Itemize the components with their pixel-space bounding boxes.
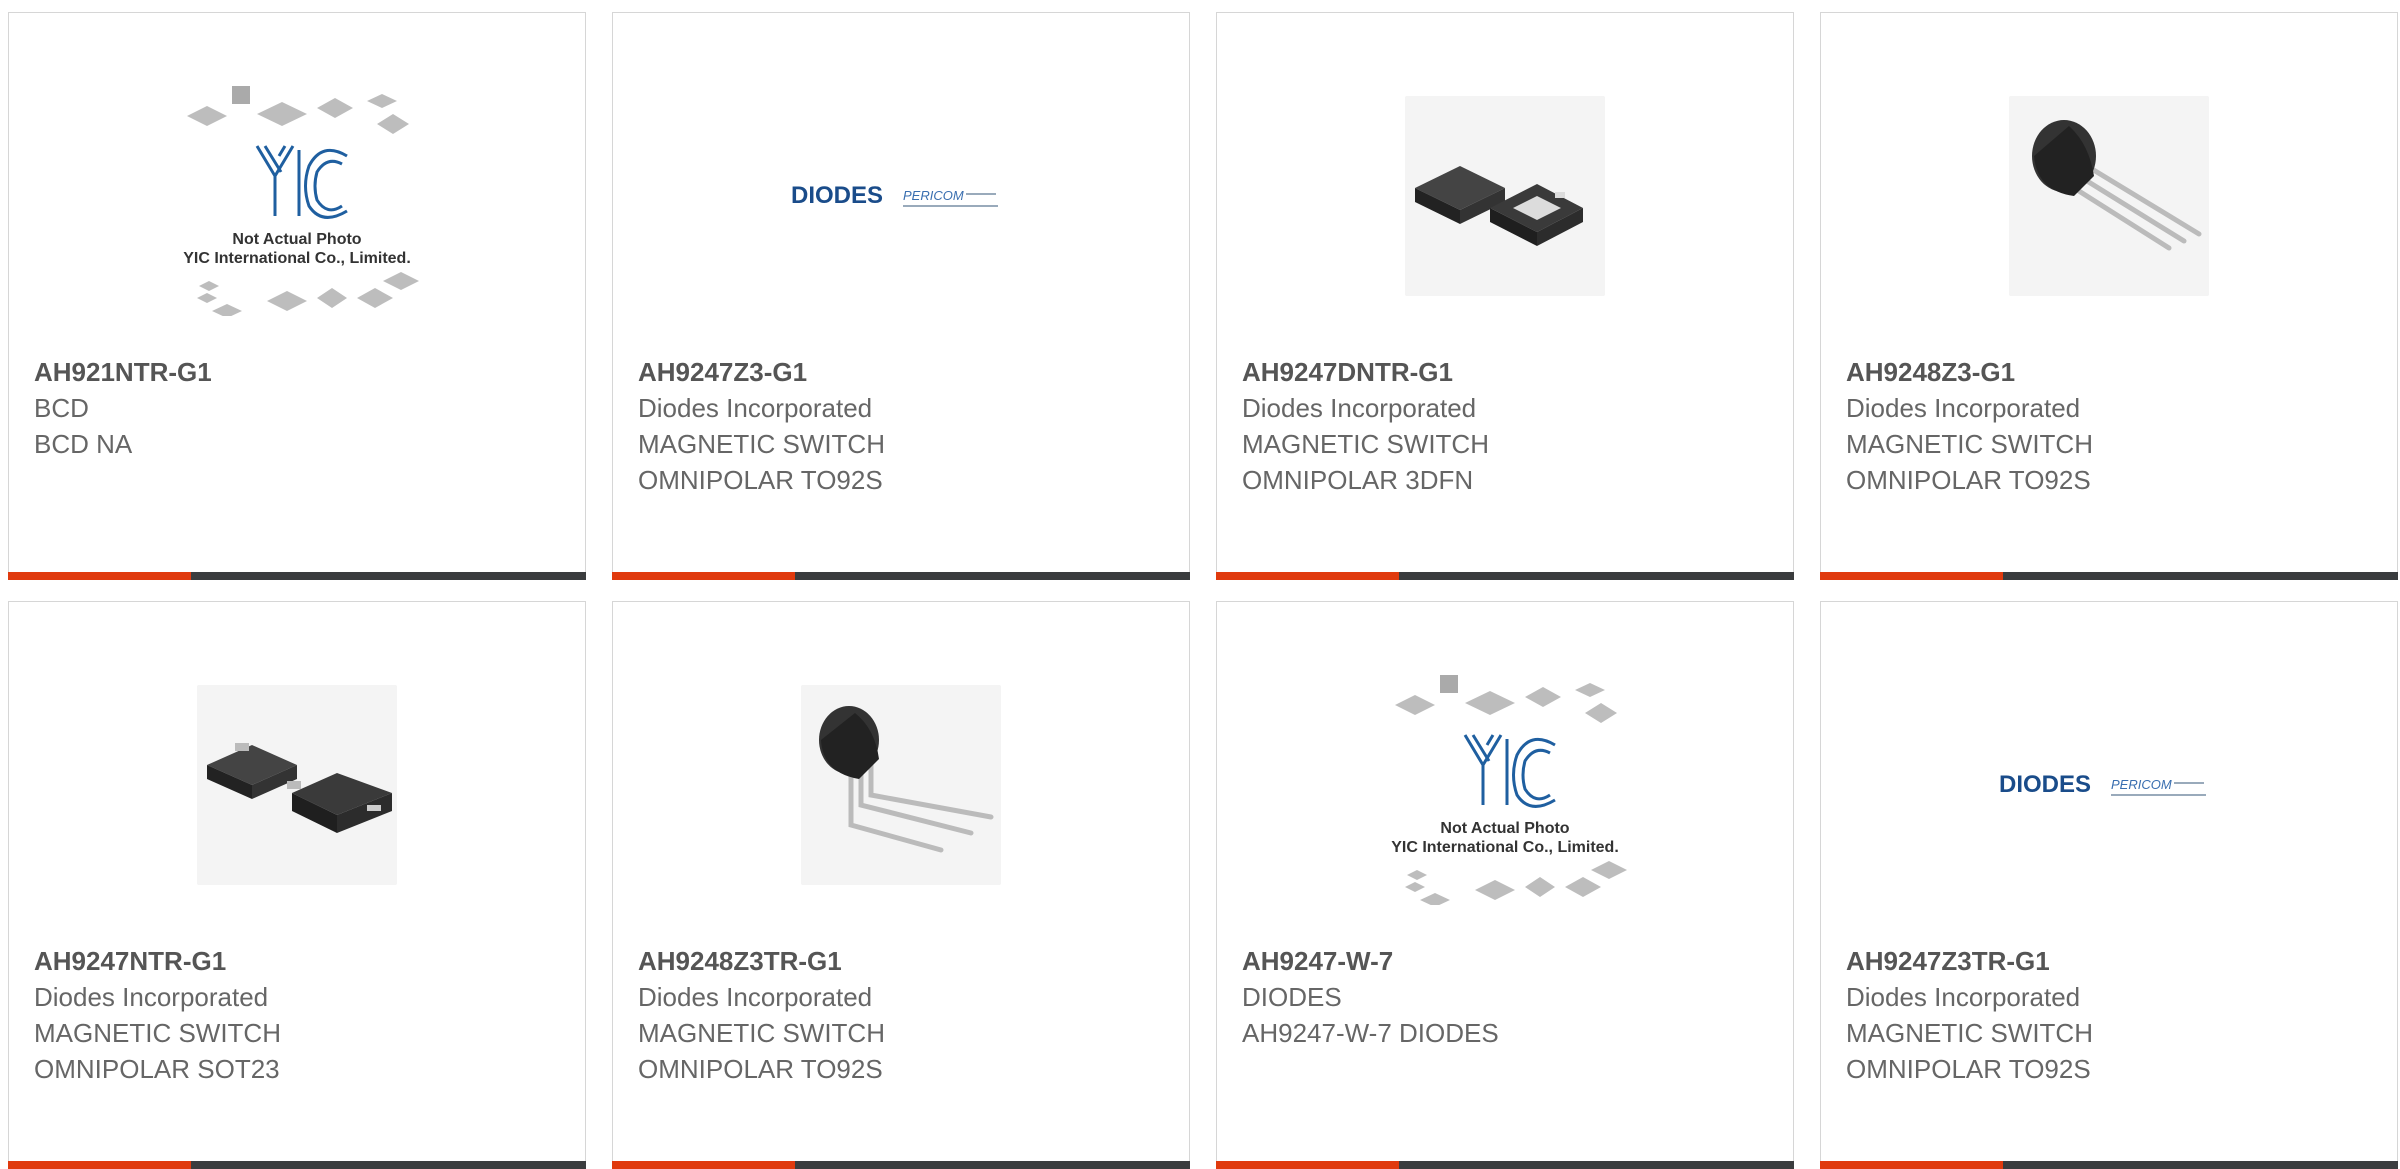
description-line2: OMNIPOLAR SOT23 bbox=[34, 1054, 280, 1084]
product-card[interactable]: AH9248Z3-G1 Diodes Incorporated MAGNETIC… bbox=[1820, 12, 2398, 580]
part-number[interactable]: AH9248Z3TR-G1 bbox=[638, 943, 1169, 979]
product-card[interactable]: Not Actual Photo YIC International Co., … bbox=[1216, 601, 1794, 1169]
description-line1: MAGNETIC SWITCH bbox=[1846, 1018, 2093, 1048]
description-line2: OMNIPOLAR TO92S bbox=[1846, 465, 2091, 495]
product-image: Not Actual Photo YIC International Co., … bbox=[9, 33, 585, 358]
description-line1: AH9247-W-7 DIODES bbox=[1242, 1018, 1499, 1048]
card-bottom-bar bbox=[1216, 572, 1794, 580]
placeholder-chips-icon: Not Actual Photo YIC International Co., … bbox=[1391, 674, 1627, 905]
product-card[interactable]: DIODES PERICOM AH9247Z3-G1 Diodes Incorp… bbox=[612, 12, 1190, 580]
product-image: DIODES PERICOM bbox=[1821, 622, 2397, 947]
part-number[interactable]: AH9247-W-7 bbox=[1242, 943, 1773, 979]
placeholder-chips-icon: Not Actual Photo YIC International Co., … bbox=[183, 85, 419, 316]
placeholder-line1: Not Actual Photo bbox=[1440, 820, 1569, 837]
manufacturer: Diodes Incorporated bbox=[638, 982, 873, 1012]
product-card[interactable]: AH9248Z3TR-G1 Diodes Incorporated MAGNET… bbox=[612, 601, 1190, 1169]
diodes-logo-icon: DIODES PERICOM bbox=[791, 182, 998, 209]
svg-text:DIODES: DIODES bbox=[1999, 771, 2091, 798]
part-number[interactable]: AH921NTR-G1 bbox=[34, 354, 565, 390]
manufacturer: Diodes Incorporated bbox=[638, 393, 873, 423]
product-card[interactable]: DIODES PERICOM AH9247Z3TR-G1 Diodes Inco… bbox=[1820, 601, 2398, 1169]
product-card[interactable]: AH9247NTR-G1 Diodes Incorporated MAGNETI… bbox=[8, 601, 586, 1169]
description-line1: MAGNETIC SWITCH bbox=[1846, 429, 2093, 459]
part-number[interactable]: AH9248Z3-G1 bbox=[1846, 354, 2377, 390]
part-number[interactable]: AH9247Z3TR-G1 bbox=[1846, 943, 2377, 979]
manufacturer: BCD bbox=[34, 393, 89, 423]
placeholder-line1: Not Actual Photo bbox=[232, 231, 361, 248]
card-bottom-bar bbox=[8, 572, 586, 580]
placeholder-line2: YIC International Co., Limited. bbox=[183, 250, 411, 267]
dfn-package-icon bbox=[1405, 95, 1605, 296]
card-bottom-bar bbox=[1820, 1161, 2398, 1169]
product-grid: Not Actual Photo YIC International Co., … bbox=[0, 0, 2400, 1169]
diodes-logo-icon: DIODES PERICOM bbox=[1999, 771, 2206, 798]
sot23-package-icon bbox=[197, 684, 397, 885]
part-number[interactable]: AH9247DNTR-G1 bbox=[1242, 354, 1773, 390]
product-image bbox=[613, 622, 1189, 947]
card-bottom-bar bbox=[8, 1161, 586, 1169]
description-line1: MAGNETIC SWITCH bbox=[34, 1018, 281, 1048]
description-line2: OMNIPOLAR TO92S bbox=[1846, 1054, 2091, 1084]
card-bottom-bar bbox=[1216, 1161, 1794, 1169]
to92-bent-package-icon bbox=[801, 684, 1001, 885]
description-line2: OMNIPOLAR 3DFN bbox=[1242, 465, 1474, 495]
description-line1: MAGNETIC SWITCH bbox=[1242, 429, 1489, 459]
svg-text:PERICOM: PERICOM bbox=[903, 188, 964, 203]
manufacturer: Diodes Incorporated bbox=[1242, 393, 1477, 423]
product-image: DIODES PERICOM bbox=[613, 33, 1189, 358]
manufacturer: Diodes Incorporated bbox=[34, 982, 269, 1012]
placeholder-line2: YIC International Co., Limited. bbox=[1391, 839, 1619, 856]
product-image bbox=[1217, 33, 1793, 358]
manufacturer: DIODES bbox=[1242, 982, 1342, 1012]
product-image bbox=[9, 622, 585, 947]
description-line2: OMNIPOLAR TO92S bbox=[638, 1054, 883, 1084]
to92-package-icon bbox=[2009, 95, 2209, 296]
product-card[interactable]: Not Actual Photo YIC International Co., … bbox=[8, 12, 586, 580]
product-image bbox=[1821, 33, 2397, 358]
description-line2: OMNIPOLAR TO92S bbox=[638, 465, 883, 495]
manufacturer: Diodes Incorporated bbox=[1846, 982, 2081, 1012]
card-bottom-bar bbox=[612, 1161, 1190, 1169]
description-line1: BCD NA bbox=[34, 429, 133, 459]
card-bottom-bar bbox=[612, 572, 1190, 580]
manufacturer: Diodes Incorporated bbox=[1846, 393, 2081, 423]
description-line1: MAGNETIC SWITCH bbox=[638, 429, 885, 459]
product-image: Not Actual Photo YIC International Co., … bbox=[1217, 622, 1793, 947]
part-number[interactable]: AH9247NTR-G1 bbox=[34, 943, 565, 979]
svg-text:DIODES: DIODES bbox=[791, 182, 883, 209]
svg-text:PERICOM: PERICOM bbox=[2111, 777, 2172, 792]
card-bottom-bar bbox=[1820, 572, 2398, 580]
product-card[interactable]: AH9247DNTR-G1 Diodes Incorporated MAGNET… bbox=[1216, 12, 1794, 580]
part-number[interactable]: AH9247Z3-G1 bbox=[638, 354, 1169, 390]
description-line1: MAGNETIC SWITCH bbox=[638, 1018, 885, 1048]
